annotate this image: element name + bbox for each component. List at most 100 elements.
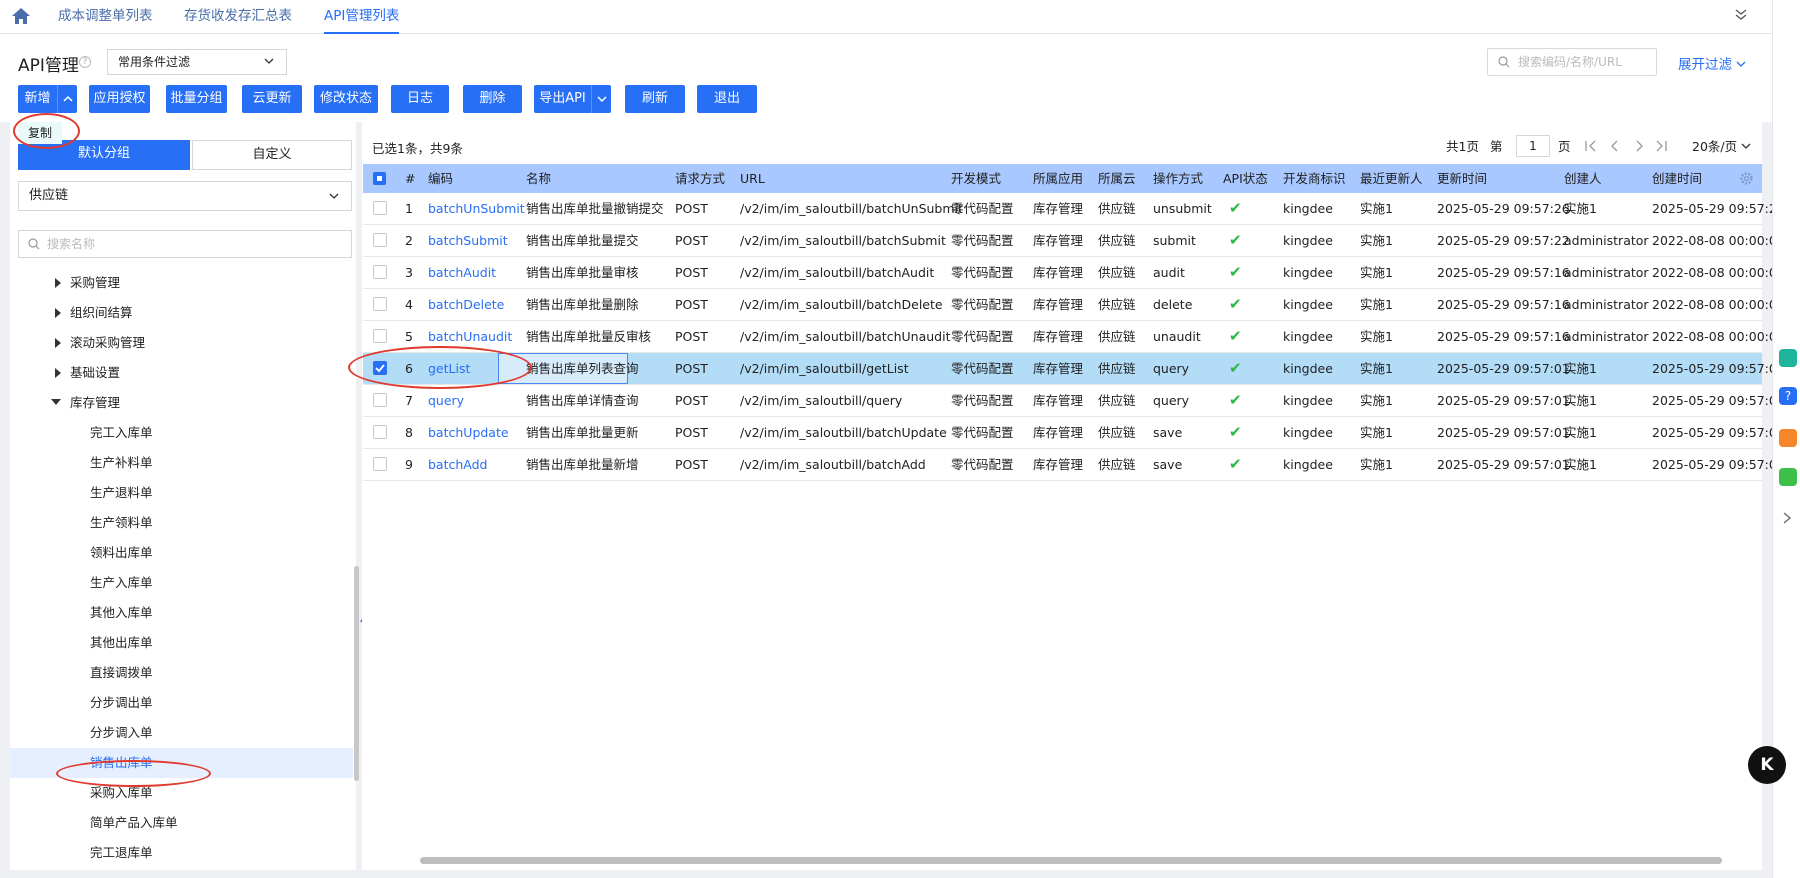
row-checkbox[interactable] xyxy=(373,457,387,471)
table-row[interactable]: 1 batchUnSubmit 销售出库单批量撤销提交 POST/v2/im/im_s… xyxy=(363,193,1785,225)
table-row[interactable]: 2 batchSubmit 销售出库单批量提交 POST/v2/im/im_salou… xyxy=(363,225,1785,257)
tab-inventory-summary[interactable]: 存货收发存汇总表 xyxy=(184,0,292,34)
select-all-checkbox[interactable] xyxy=(373,172,386,185)
export-api-button[interactable]: 导出API xyxy=(534,85,611,113)
common-filter-select[interactable]: 常用条件过滤 xyxy=(107,49,287,75)
batch-group-button[interactable]: 批量分组 xyxy=(166,85,227,113)
col-header-vendor[interactable]: 开发商标识 xyxy=(1283,164,1346,193)
first-page-icon[interactable] xyxy=(1584,139,1598,153)
col-header-create-time[interactable]: 创建时间 xyxy=(1652,164,1702,193)
cell-code[interactable]: batchUpdate xyxy=(428,417,509,448)
col-header-url[interactable]: URL xyxy=(740,164,765,193)
col-header-operation[interactable]: 操作方式 xyxy=(1153,164,1203,193)
search-input[interactable]: 搜索编码/名称/URL xyxy=(1487,48,1657,76)
cell-code[interactable]: batchSubmit xyxy=(428,225,508,256)
last-page-icon[interactable] xyxy=(1654,139,1668,153)
tree-leaf[interactable]: 其他入库单 xyxy=(10,598,353,628)
tree-leaf[interactable]: 生产退料单 xyxy=(10,478,353,508)
col-header-app[interactable]: 所属应用 xyxy=(1033,164,1083,193)
export-dropdown-toggle[interactable] xyxy=(591,85,611,113)
tree-leaf[interactable]: 生产领料单 xyxy=(10,508,353,538)
smile-icon[interactable] xyxy=(1779,468,1797,486)
tree-node-basic-settings[interactable]: 基础设置 xyxy=(10,358,353,388)
app-auth-button[interactable]: 应用授权 xyxy=(89,85,150,113)
col-header-creator[interactable]: 创建人 xyxy=(1564,164,1602,193)
row-checkbox[interactable] xyxy=(373,297,387,311)
tree-leaf[interactable]: 其他出库单 xyxy=(10,628,353,658)
cell-code[interactable]: batchDelete xyxy=(428,289,504,320)
tree-node-org-settlement[interactable]: 组织间结算 xyxy=(10,298,353,328)
cell-creator: 实施1 xyxy=(1564,361,1597,376)
table-row[interactable]: 8 batchUpdate 销售出库单批量更新 POST/v2/im/im_salou… xyxy=(363,417,1785,449)
prev-page-icon[interactable] xyxy=(1608,139,1622,153)
cell-code[interactable]: batchUnSubmit xyxy=(428,193,525,224)
expand-filter-link[interactable]: 展开过滤 xyxy=(1678,53,1746,73)
horizontal-scrollbar[interactable] xyxy=(420,857,1722,864)
table-row[interactable]: 9 batchAdd 销售出库单批量新增 POST/v2/im/im_saloutbi… xyxy=(363,449,1785,481)
row-checkbox[interactable] xyxy=(373,425,387,439)
modify-status-button[interactable]: 修改状态 xyxy=(314,85,378,113)
col-header-last-modifier[interactable]: 最近更新人 xyxy=(1360,164,1423,193)
tree-leaf[interactable]: 生产入库单 xyxy=(10,568,353,598)
table-row[interactable]: 4 batchDelete 销售出库单批量删除 POST/v2/im/im_salou… xyxy=(363,289,1785,321)
table-row[interactable]: 5 batchUnaudit 销售出库单批量反审核 POST/v2/im/im_sal… xyxy=(363,321,1785,353)
col-header-api-status[interactable]: API状态 xyxy=(1223,164,1268,193)
tree-leaf[interactable]: 完工入库单 xyxy=(10,418,353,448)
add-dropdown-toggle[interactable] xyxy=(57,85,77,113)
add-button[interactable]: 新增 xyxy=(18,85,77,113)
exit-button[interactable]: 退出 xyxy=(697,85,757,113)
row-checkbox[interactable] xyxy=(373,233,387,247)
cell-code[interactable]: query xyxy=(428,385,464,416)
col-header-update-time[interactable]: 更新时间 xyxy=(1437,164,1487,193)
refresh-button[interactable]: 刷新 xyxy=(625,85,685,113)
row-checkbox[interactable] xyxy=(373,265,387,279)
cell-code[interactable]: batchAdd xyxy=(428,449,488,480)
tree-scrollbar[interactable] xyxy=(354,566,359,781)
table-row[interactable]: 6 getList 销售出库单列表查询 POST/v2/im/im_saloutbil… xyxy=(363,353,1785,385)
tab-cost-adjust[interactable]: 成本调整单列表 xyxy=(58,0,153,34)
tree-node-rolling-purchase[interactable]: 滚动采购管理 xyxy=(10,328,353,358)
cell-code[interactable]: batchAudit xyxy=(428,257,496,288)
chat-icon[interactable] xyxy=(1779,349,1797,367)
tree-leaf[interactable]: 生产补料单 xyxy=(10,448,353,478)
tree-node-purchase[interactable]: 采购管理 xyxy=(10,268,353,298)
double-chevron-down-icon[interactable] xyxy=(1734,8,1748,26)
gear-icon[interactable] xyxy=(1739,171,1754,186)
cell-last-modifier: 实施1 xyxy=(1360,297,1393,312)
row-checkbox[interactable] xyxy=(373,393,387,407)
home-icon[interactable] xyxy=(11,7,31,29)
row-checkbox[interactable] xyxy=(373,201,387,215)
headset-icon[interactable] xyxy=(1779,429,1797,447)
tree-leaf[interactable]: 简单产品入库单 xyxy=(10,808,353,838)
tab-api-list[interactable]: API管理列表 xyxy=(324,0,400,34)
cell-url: /v2/im/im_saloutbill/getList xyxy=(740,361,909,376)
tree-search-input[interactable]: 搜索名称 xyxy=(18,230,352,258)
table-row[interactable]: 3 batchAudit 销售出库单批量审核 POST/v2/im/im_salout… xyxy=(363,257,1785,289)
tree-leaf[interactable]: 分步调出单 xyxy=(10,688,353,718)
page-size-select[interactable]: 20条/页 xyxy=(1692,136,1751,155)
col-header-name[interactable]: 名称 xyxy=(526,164,551,193)
tab-custom[interactable]: 自定义 xyxy=(192,140,352,170)
col-header-code[interactable]: 编码 xyxy=(428,164,453,193)
tree-leaf[interactable]: 完工退库单 xyxy=(10,838,353,868)
tree-node-inventory[interactable]: 库存管理 xyxy=(10,388,353,418)
help-icon[interactable]: ? xyxy=(79,56,91,68)
domain-select[interactable]: 供应链 xyxy=(18,181,352,211)
col-header-index[interactable]: # xyxy=(405,164,415,193)
delete-button[interactable]: 删除 xyxy=(463,85,522,113)
kingdee-assistant-icon[interactable]: K xyxy=(1748,746,1786,784)
row-checkbox[interactable] xyxy=(373,329,387,343)
log-button[interactable]: 日志 xyxy=(391,85,449,113)
table-row[interactable]: 7 query 销售出库单详情查询 POST/v2/im/im_saloutbill/… xyxy=(363,385,1785,417)
tree-leaf[interactable]: 领料出库单 xyxy=(10,538,353,568)
tree-leaf[interactable]: 直接调拨单 xyxy=(10,658,353,688)
page-number-input[interactable]: 1 xyxy=(1516,135,1550,157)
cloud-update-button[interactable]: 云更新 xyxy=(242,85,302,113)
col-header-cloud[interactable]: 所属云 xyxy=(1098,164,1136,193)
chevron-right-icon[interactable] xyxy=(1782,512,1792,524)
col-header-dev-mode[interactable]: 开发模式 xyxy=(951,164,1001,193)
help-question-icon[interactable]: ? xyxy=(1779,387,1797,405)
next-page-icon[interactable] xyxy=(1632,139,1646,153)
col-header-method[interactable]: 请求方式 xyxy=(675,164,725,193)
tree-leaf[interactable]: 分步调入单 xyxy=(10,718,353,748)
